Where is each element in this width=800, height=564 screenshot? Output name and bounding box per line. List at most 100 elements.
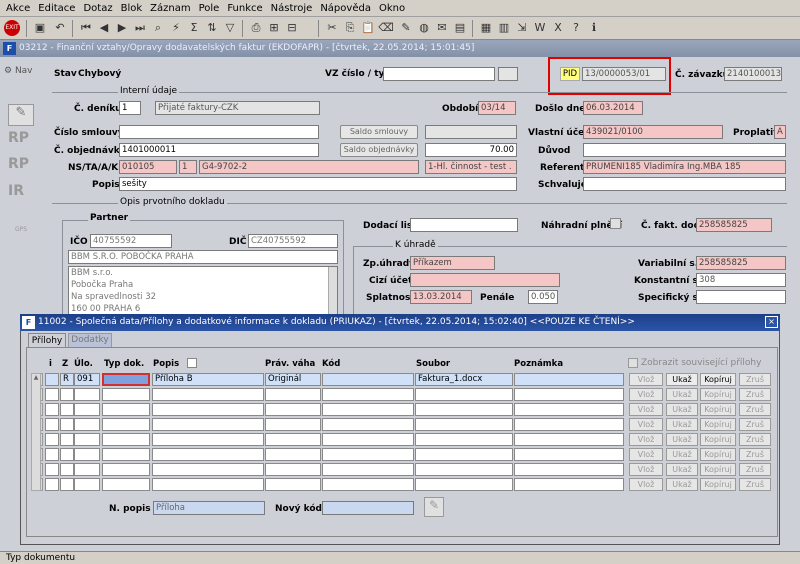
cell-i[interactable]: [45, 478, 59, 491]
ukaz-button[interactable]: Ukaž: [666, 448, 698, 461]
objednavky-field[interactable]: 1401000011: [119, 143, 319, 157]
zp-field[interactable]: Příkazem: [410, 256, 495, 270]
table-icon[interactable]: ▥: [496, 20, 512, 36]
cell-poznamka[interactable]: [514, 448, 624, 461]
cell-prav[interactable]: [265, 418, 321, 431]
attachment-icon[interactable]: ✎: [398, 20, 414, 36]
copy-icon[interactable]: ⎘: [342, 20, 358, 36]
cell-typ[interactable]: [102, 478, 150, 491]
novy-kod-field[interactable]: [322, 501, 414, 515]
cell-ulo[interactable]: [74, 433, 100, 446]
vloz-button[interactable]: Vlož: [629, 388, 663, 401]
dialog-close-icon[interactable]: ×: [765, 316, 778, 328]
cell-ulo[interactable]: [74, 448, 100, 461]
penale-field[interactable]: 0.050: [528, 290, 558, 304]
cell-kod[interactable]: [322, 418, 414, 431]
kopiruj-button[interactable]: Kopíruj: [700, 418, 736, 431]
schvaluje-field[interactable]: [583, 177, 786, 191]
cell-ulo[interactable]: [74, 478, 100, 491]
delete-record-icon[interactable]: ⊟: [284, 20, 300, 36]
next-record-icon[interactable]: ▶: [114, 20, 130, 36]
nav-button[interactable]: ⚙ Nav: [4, 66, 33, 76]
popis-header-checkbox[interactable]: [187, 358, 197, 368]
globe-icon[interactable]: ◍: [416, 20, 432, 36]
address-scrollbar[interactable]: [328, 267, 337, 314]
ns-field[interactable]: 010105: [119, 160, 177, 174]
menu-item-0[interactable]: Akce: [2, 3, 34, 14]
clear-icon[interactable]: ⌫: [378, 20, 394, 36]
saldo-objednavky-button[interactable]: Saldo objednávky: [340, 143, 418, 157]
cell-popis[interactable]: [152, 478, 264, 491]
cell-kod[interactable]: [322, 463, 414, 476]
vloz-button[interactable]: Vlož: [629, 418, 663, 431]
zrus-button[interactable]: Zruš: [739, 418, 771, 431]
cell-popis[interactable]: Příloha B: [152, 373, 264, 386]
cell-z[interactable]: R: [60, 373, 74, 386]
cell-popis[interactable]: [152, 388, 264, 401]
nahradni-checkbox[interactable]: [610, 218, 621, 229]
cell-kod[interactable]: [322, 388, 414, 401]
pid-field[interactable]: 13/0000053/01: [582, 67, 666, 81]
vloz-button[interactable]: Vlož: [629, 478, 663, 491]
cell-ulo[interactable]: [74, 418, 100, 431]
cell-poznamka[interactable]: [514, 463, 624, 476]
ukaz-button[interactable]: Ukaž: [666, 433, 698, 446]
cell-typ[interactable]: [102, 433, 150, 446]
partner-name-field[interactable]: BBM S.R.O. POBOČKA PRAHA: [68, 250, 338, 264]
help-icon[interactable]: ?: [568, 20, 584, 36]
vloz-button[interactable]: Vlož: [629, 403, 663, 416]
ukaz-button[interactable]: Ukaž: [666, 403, 698, 416]
cell-soubor[interactable]: [415, 478, 513, 491]
kopiruj-button[interactable]: Kopíruj: [700, 373, 736, 386]
zrus-button[interactable]: Zruš: [739, 448, 771, 461]
cell-ulo[interactable]: 091: [74, 373, 100, 386]
vz-type-field[interactable]: [498, 67, 518, 81]
kopiruj-button[interactable]: Kopíruj: [700, 448, 736, 461]
a-field[interactable]: G4-9702-2: [199, 160, 419, 174]
vz-number-field[interactable]: [383, 67, 495, 81]
cell-soubor[interactable]: Faktura_1.docx: [415, 373, 513, 386]
cell-soubor[interactable]: [415, 418, 513, 431]
first-record-icon[interactable]: ⏮: [78, 20, 94, 36]
cell-z[interactable]: [60, 478, 74, 491]
kopiruj-button[interactable]: Kopíruj: [700, 388, 736, 401]
cell-popis[interactable]: [152, 403, 264, 416]
cell-poznamka[interactable]: [514, 388, 624, 401]
mail-icon[interactable]: ✉: [434, 20, 450, 36]
cell-soubor[interactable]: [415, 448, 513, 461]
menu-item-9[interactable]: Okno: [375, 3, 409, 14]
menu-item-8[interactable]: Nápověda: [316, 3, 375, 14]
query-icon[interactable]: ⌕: [150, 20, 166, 36]
cell-typ[interactable]: [102, 448, 150, 461]
cell-prav[interactable]: [265, 448, 321, 461]
n-popis-field[interactable]: Příloha: [153, 501, 265, 515]
cell-z[interactable]: [60, 463, 74, 476]
cell-popis[interactable]: [152, 433, 264, 446]
rp-side-button-1[interactable]: RP: [8, 130, 34, 152]
saldo-smlouvy-button[interactable]: Saldo smlouvy: [340, 125, 418, 139]
ucet-field[interactable]: 439021/0100: [583, 125, 723, 139]
cell-soubor[interactable]: [415, 403, 513, 416]
info-icon[interactable]: ℹ: [586, 20, 602, 36]
cell-i[interactable]: [45, 403, 59, 416]
dic-field[interactable]: CZ40755592: [248, 234, 338, 248]
cell-ulo[interactable]: [74, 463, 100, 476]
cell-kod[interactable]: [322, 478, 414, 491]
cell-typ[interactable]: [102, 373, 150, 386]
cut-icon[interactable]: ✂: [324, 20, 340, 36]
chart-icon[interactable]: ▤: [452, 20, 468, 36]
zrus-button[interactable]: Zruš: [739, 478, 771, 491]
edit-side-icon[interactable]: ✎: [8, 104, 34, 126]
kopiruj-button[interactable]: Kopíruj: [700, 403, 736, 416]
cell-i[interactable]: [45, 433, 59, 446]
cell-i[interactable]: [45, 373, 59, 386]
konst-field[interactable]: 308: [696, 273, 786, 287]
vloz-button[interactable]: Vlož: [629, 373, 663, 386]
ta-field[interactable]: 1: [179, 160, 197, 174]
cell-typ[interactable]: [102, 418, 150, 431]
ukaz-button[interactable]: Ukaž: [666, 478, 698, 491]
cell-poznamka[interactable]: [514, 478, 624, 491]
cell-prav[interactable]: [265, 463, 321, 476]
splatnost-field[interactable]: 13.03.2014: [410, 290, 472, 304]
cell-i[interactable]: [45, 463, 59, 476]
